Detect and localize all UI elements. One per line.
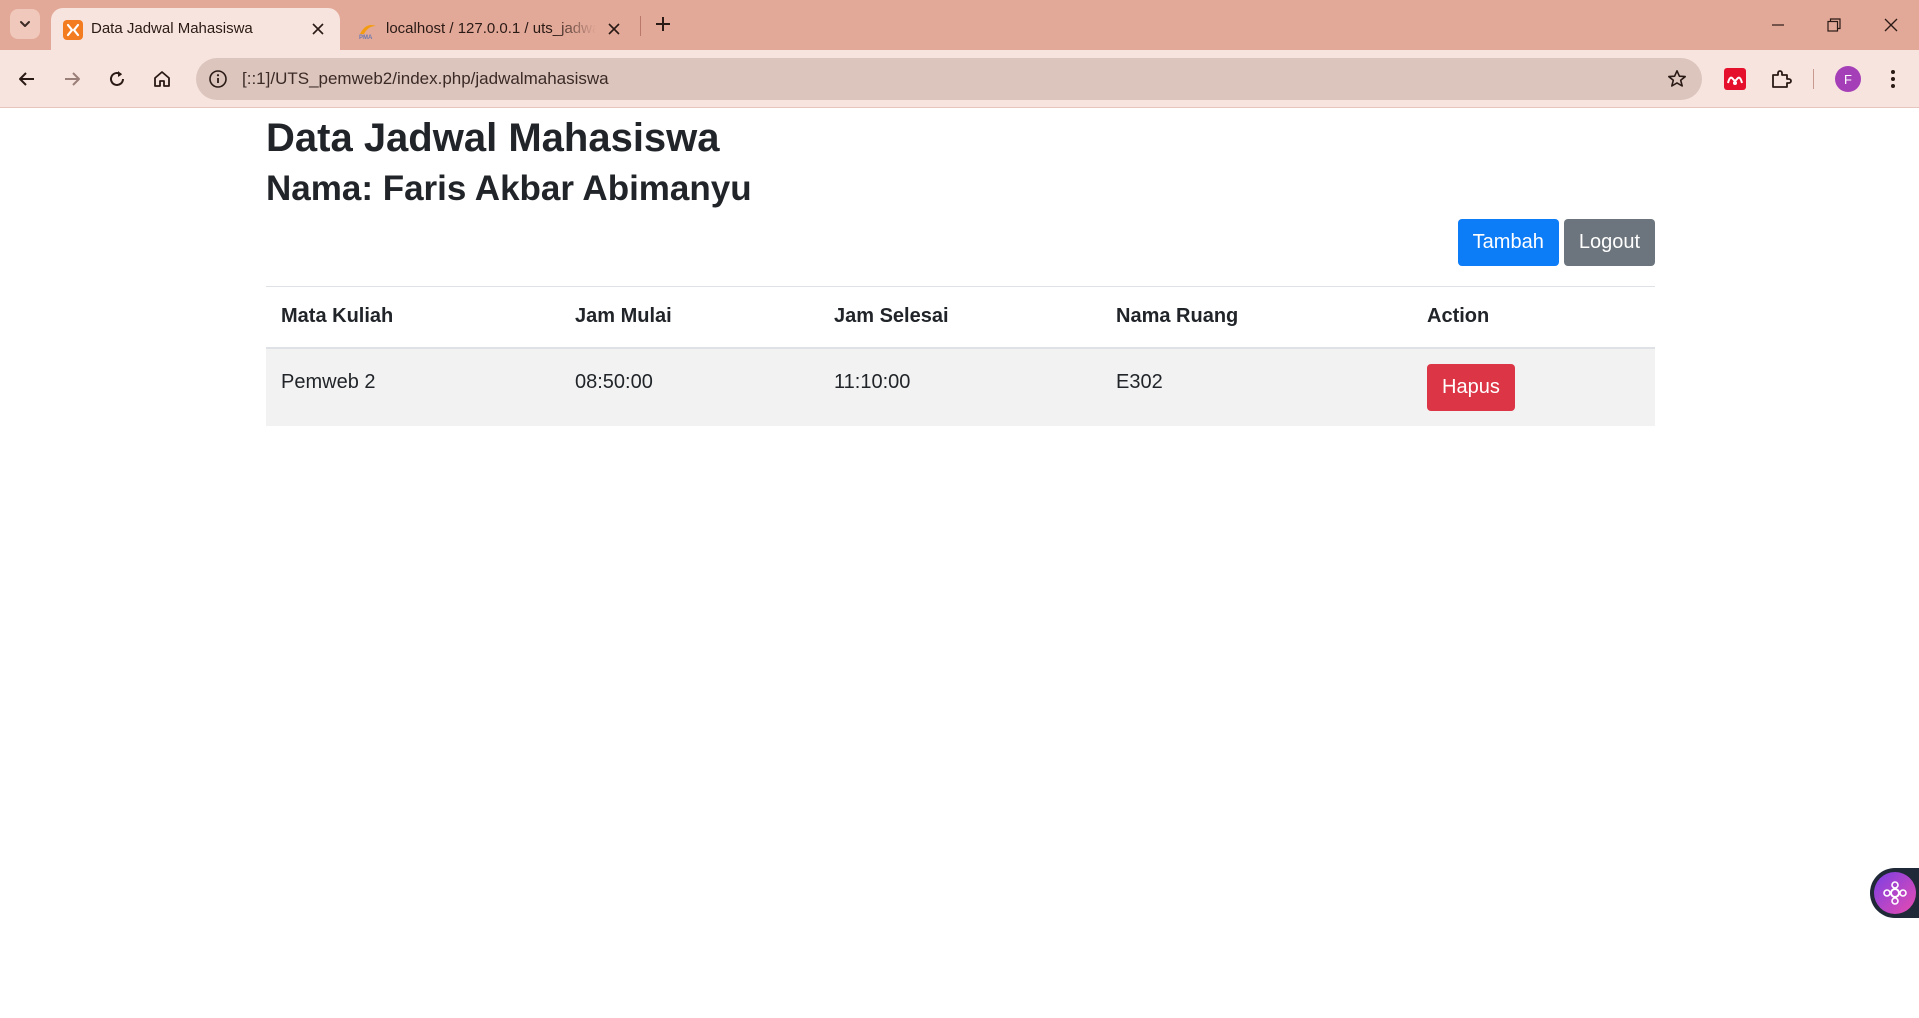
- browser-toolbar: [::1]/UTS_pemweb2/index.php/jadwalmahasi…: [0, 50, 1919, 108]
- cell-nama-ruang: E302: [1101, 347, 1412, 426]
- puzzle-icon: [1772, 70, 1792, 88]
- restore-button[interactable]: [1806, 0, 1862, 50]
- tab-phpmyadmin[interactable]: PMA localhost / 127.0.0.1 / uts_jadwal: [346, 8, 636, 50]
- table-row: Pemweb 2 08:50:00 11:10:00 E302 Hapus: [266, 347, 1655, 426]
- logout-button[interactable]: Logout: [1563, 219, 1655, 266]
- info-icon: [209, 70, 227, 88]
- close-window-button[interactable]: [1863, 0, 1919, 50]
- cell-jam-mulai: 08:50:00: [560, 347, 819, 426]
- home-icon: [154, 71, 170, 87]
- tab-close-icon[interactable]: [308, 19, 328, 39]
- column-header-nama-ruang: Nama Ruang: [1101, 286, 1412, 349]
- back-button[interactable]: [10, 62, 44, 96]
- arrow-left-icon: [19, 72, 34, 86]
- reload-button[interactable]: [100, 62, 134, 96]
- column-header-mata-kuliah: Mata Kuliah: [266, 286, 560, 349]
- extension-button[interactable]: [1718, 62, 1752, 96]
- profile-avatar[interactable]: F: [1835, 66, 1861, 92]
- new-tab-button[interactable]: [650, 11, 676, 37]
- restore-icon: [1827, 18, 1841, 32]
- minimize-icon: [1772, 24, 1784, 26]
- tab-separator: [640, 16, 641, 36]
- student-name: Nama: Faris Akbar Abimanyu: [266, 169, 752, 208]
- page-container: Data Jadwal Mahasiswa Nama: Faris Akbar …: [266, 108, 1655, 426]
- ai-assistant-icon: [1874, 872, 1916, 914]
- browser-tabstrip: Data Jadwal Mahasiswa PMA localhost / 12…: [0, 0, 1919, 50]
- address-bar[interactable]: [::1]/UTS_pemweb2/index.php/jadwalmahasi…: [196, 58, 1702, 100]
- forward-button[interactable]: [55, 62, 89, 96]
- chevron-down-icon: [20, 21, 30, 27]
- cell-mata-kuliah: Pemweb 2: [266, 347, 560, 426]
- close-icon: [1884, 18, 1898, 32]
- action-buttons: Tambah Logout: [1457, 219, 1655, 266]
- floating-extension-widget[interactable]: [1870, 868, 1919, 918]
- home-button[interactable]: [145, 62, 179, 96]
- bookmark-button[interactable]: [1664, 66, 1690, 92]
- column-header-jam-selesai: Jam Selesai: [819, 286, 1101, 349]
- mendeley-extension-icon: [1724, 68, 1746, 90]
- delete-button[interactable]: Hapus: [1427, 363, 1515, 411]
- add-button[interactable]: Tambah: [1457, 219, 1559, 266]
- url-text[interactable]: [::1]/UTS_pemweb2/index.php/jadwalmahasi…: [242, 69, 609, 89]
- more-vertical-icon: [1891, 70, 1895, 88]
- phpmyadmin-favicon-icon: PMA: [359, 25, 376, 40]
- page-title: Data Jadwal Mahasiswa: [266, 116, 720, 160]
- schedule-table: Mata Kuliah Jam Mulai Jam Selesai Nama R…: [266, 286, 1655, 426]
- reload-icon: [110, 71, 124, 86]
- svg-text:PMA: PMA: [359, 35, 373, 40]
- tab-close-icon[interactable]: [604, 19, 624, 39]
- browser-menu-button[interactable]: [1876, 62, 1910, 96]
- star-icon: [1668, 70, 1686, 87]
- tab-title: localhost / 127.0.0.1 / uts_jadwal: [386, 20, 596, 37]
- tab-data-jadwal[interactable]: Data Jadwal Mahasiswa: [51, 8, 340, 50]
- column-header-action: Action: [1412, 286, 1655, 349]
- column-header-jam-mulai: Jam Mulai: [560, 286, 819, 349]
- tab-title: Data Jadwal Mahasiswa: [91, 20, 253, 37]
- cell-jam-selesai: 11:10:00: [819, 347, 1101, 426]
- toolbar-divider: [1813, 69, 1814, 89]
- extensions-menu-button[interactable]: [1764, 62, 1798, 96]
- tab-search-button[interactable]: [10, 9, 40, 39]
- minimize-button[interactable]: [1750, 0, 1806, 50]
- site-info-button[interactable]: [202, 63, 234, 95]
- plus-icon: [656, 17, 670, 31]
- xampp-favicon-icon: [63, 20, 83, 40]
- table-header-row: Mata Kuliah Jam Mulai Jam Selesai Nama R…: [266, 286, 1655, 349]
- cell-action: Hapus: [1412, 347, 1655, 426]
- arrow-right-icon: [65, 72, 80, 86]
